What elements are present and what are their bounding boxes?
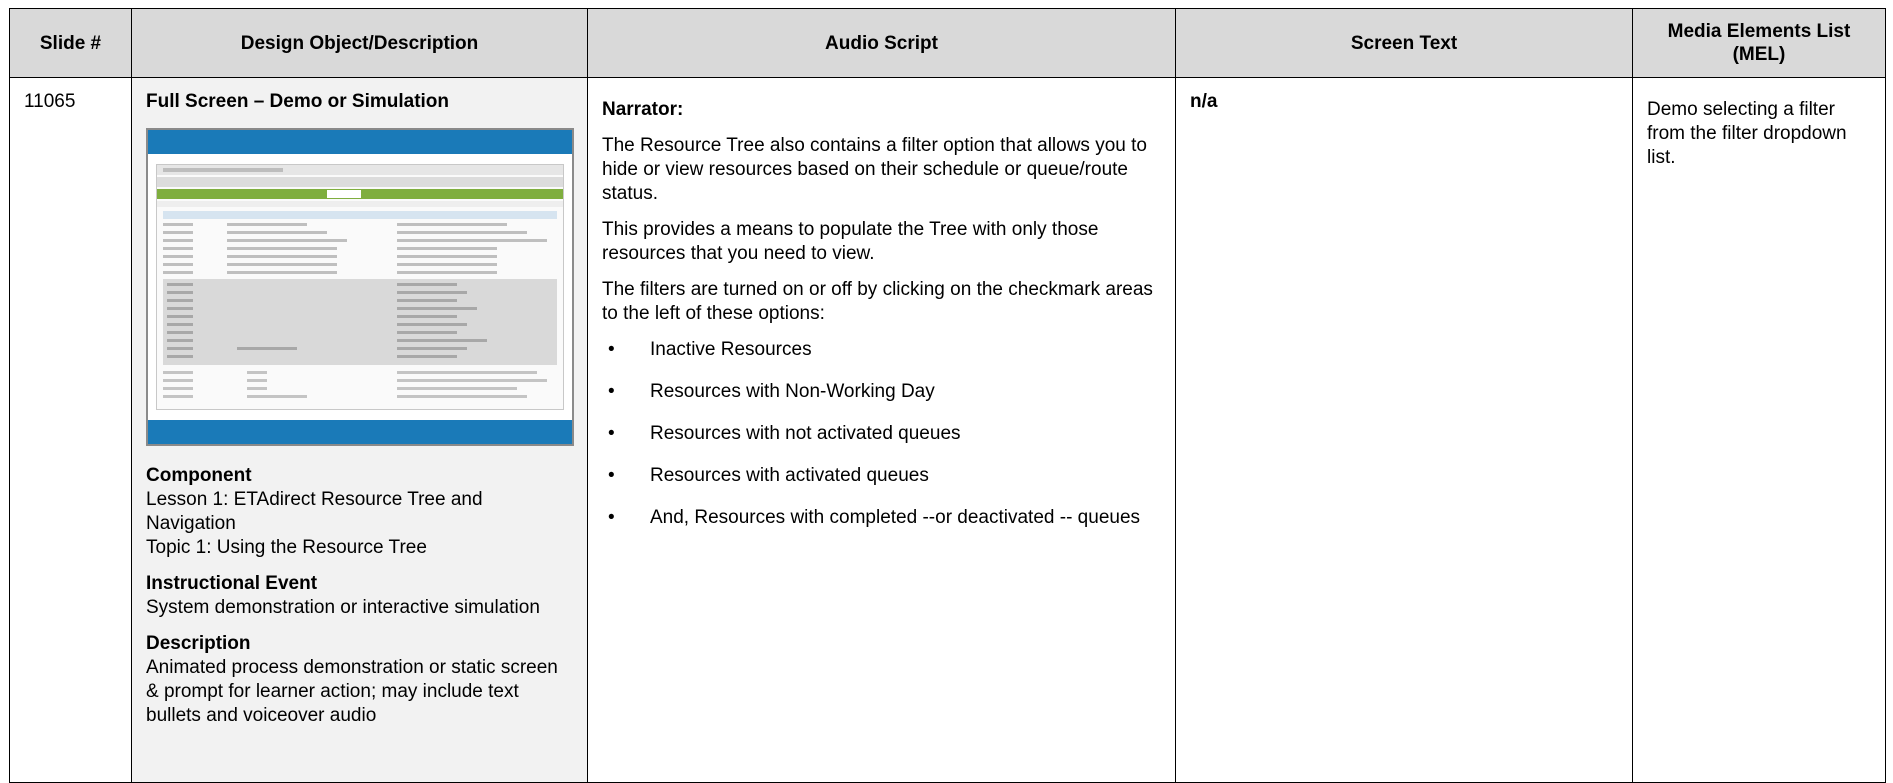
header-row: Slide # Design Object/Description Audio … (9, 8, 1886, 78)
list-item: • And, Resources with completed --or deac… (602, 506, 1161, 530)
header-design-object: Design Object/Description (131, 8, 588, 78)
list-item: • Resources with Non-Working Day (602, 380, 1161, 404)
screenshot-thumbnail-icon (146, 128, 574, 446)
bullet-icon: • (608, 339, 615, 360)
component-heading: Component (146, 465, 252, 486)
thumbnail-top-bar (148, 130, 572, 154)
header-audio-script: Audio Script (587, 8, 1176, 78)
bullet-icon: • (608, 507, 615, 528)
bullet-icon: • (608, 423, 615, 444)
audio-paragraph: The filters are turned on or off by clic… (602, 279, 1153, 324)
audio-script-cell: Narrator: The Resource Tree also contain… (587, 77, 1176, 783)
media-elements-text: Demo selecting a filter from the filter … (1647, 99, 1847, 168)
narrator-label: Narrator: (602, 99, 684, 120)
bullet-icon: • (608, 381, 615, 402)
header-screen-text: Screen Text (1175, 8, 1633, 78)
screen-text-value: n/a (1190, 91, 1218, 112)
bullet-icon: • (608, 465, 615, 486)
storyboard-table: Slide # Design Object/Description Audio … (9, 8, 1886, 783)
description-text: Animated process demonstration or static… (146, 657, 558, 726)
description-heading: Description (146, 633, 251, 654)
instructional-event-heading: Instructional Event (146, 573, 318, 594)
list-item: • Resources with not activated queues (602, 422, 1161, 446)
filter-options-list: • Inactive Resources • Resources with Non-… (602, 338, 1161, 530)
media-elements-cell: Demo selecting a filter from the filter … (1632, 77, 1886, 783)
screen-text-cell: n/a (1175, 77, 1633, 783)
list-item-text: Resources with not activated queues (650, 423, 961, 444)
component-section: Component Lesson 1: ETAdirect Resource T… (146, 464, 573, 560)
list-item: • Inactive Resources (602, 338, 1161, 362)
table-row: 11065 Full Screen – Demo or Simulation C… (9, 77, 1886, 783)
list-item-text: Inactive Resources (650, 339, 812, 360)
list-item-text: And, Resources with completed --or deact… (650, 507, 1141, 528)
header-slide-number: Slide # (9, 8, 132, 78)
instructional-event-text: System demonstration or interactive simu… (146, 597, 540, 618)
instructional-event-section: Instructional Event System demonstration… (146, 572, 573, 620)
design-title: Full Screen – Demo or Simulation (146, 91, 450, 112)
thumbnail-bottom-bar (148, 420, 572, 444)
thumbnail-ui-drawing (157, 165, 563, 398)
audio-paragraph: The Resource Tree also contains a filter… (602, 135, 1147, 204)
slide-number: 11065 (9, 77, 132, 783)
header-media-elements: Media Elements List (MEL) (1632, 8, 1886, 78)
component-topic: Topic 1: Using the Resource Tree (146, 537, 427, 558)
audio-paragraph: This provides a means to populate the Tr… (602, 219, 1099, 264)
list-item-text: Resources with Non-Working Day (650, 381, 935, 402)
list-item-text: Resources with activated queues (650, 465, 929, 486)
design-cell: Full Screen – Demo or Simulation Compone… (131, 77, 588, 783)
description-section: Description Animated process demonstrati… (146, 632, 573, 728)
component-lesson: Lesson 1: ETAdirect Resource Tree and Na… (146, 489, 483, 534)
thumbnail-screen (156, 164, 564, 410)
list-item: • Resources with activated queues (602, 464, 1161, 488)
